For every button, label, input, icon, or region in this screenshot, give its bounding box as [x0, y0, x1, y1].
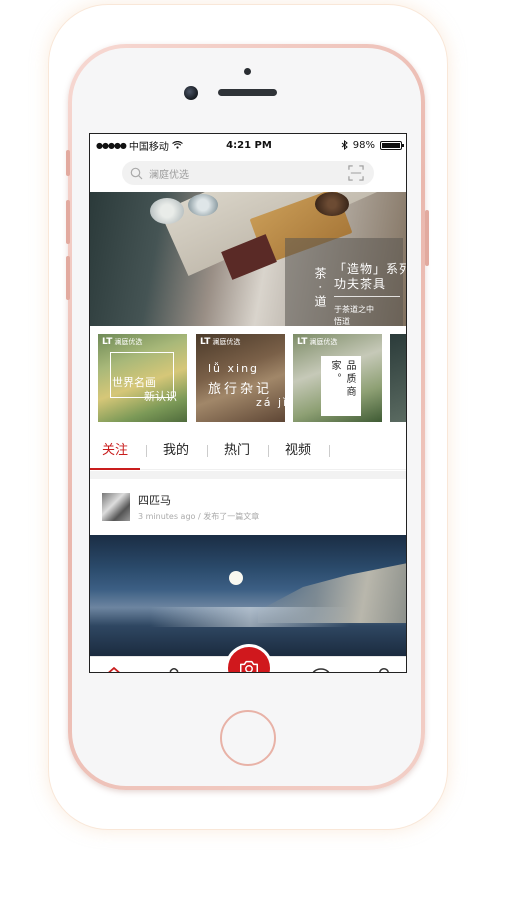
- profile-icon[interactable]: [372, 665, 396, 673]
- thumbnail-badge: LT 澜庭优选: [200, 337, 241, 347]
- volume-down-button: [66, 256, 70, 300]
- hero-divider: [334, 296, 400, 297]
- tab-video[interactable]: 视频: [285, 432, 329, 470]
- scan-icon[interactable]: [348, 165, 364, 181]
- signal-icon: ●●●●●: [96, 140, 127, 150]
- thumbnail-badge: LT 澜庭优选: [102, 337, 143, 347]
- thumbnail-pinyin: zá jì: [256, 396, 285, 409]
- volume-up-button: [66, 200, 70, 244]
- post-author[interactable]: 四匹马: [138, 492, 259, 508]
- thumbnail-title: 旅行杂记: [208, 382, 273, 397]
- post-image[interactable]: [90, 535, 406, 656]
- hero-banner[interactable]: 茶·道 「造物」系列 功夫茶具 于茶道之中 悟道: [90, 192, 406, 326]
- status-time: 4:21 PM: [226, 139, 272, 151]
- post-header[interactable]: 四匹马 3 minutes ago / 发布了一篇文章: [90, 479, 406, 535]
- search-icon: [130, 167, 143, 179]
- tab-divider: [146, 444, 148, 457]
- thumbnail-card[interactable]: LT 澜庭优选 世界名画 新认识: [98, 334, 187, 422]
- thumbnail-carousel: LT 澜庭优选 世界名画 新认识 LT 澜庭优选 lǚ xing 旅行杂记 zá j…: [98, 334, 406, 424]
- shopping-bag-icon[interactable]: [162, 665, 186, 673]
- battery-icon: [380, 140, 404, 150]
- hero-tea-cup: [150, 198, 184, 224]
- hero-tea-cup: [188, 194, 218, 216]
- carrier-name: 中国移动: [128, 141, 169, 153]
- tab-divider: [268, 444, 270, 457]
- power-button: [425, 210, 429, 266]
- search-input[interactable]: 澜庭优选: [149, 166, 366, 181]
- earpiece-speaker: [218, 89, 277, 96]
- status-right: 98%: [282, 139, 404, 151]
- battery-fill: [382, 142, 400, 148]
- feed-tabs: 关注 我的 热门 视频: [90, 432, 406, 470]
- carrier: ●●●●● 中国移动: [96, 138, 216, 153]
- status-bar: ●●●●● 中国移动 4:21 PM 98%: [90, 134, 406, 156]
- post-time: 3 minutes ago: [138, 512, 196, 521]
- post-info: 3 minutes ago / 发布了一篇文章: [138, 511, 259, 522]
- tab-follow[interactable]: 关注: [90, 432, 146, 470]
- post-image-reflection: [150, 607, 350, 627]
- hero-vertical-text: 茶·道: [313, 267, 327, 313]
- hero-subtitle-line2: 悟道: [334, 317, 350, 326]
- front-camera: [184, 86, 198, 100]
- post-meta: 四匹马 3 minutes ago / 发布了一篇文章: [138, 492, 259, 522]
- bottom-tab-bar: [90, 647, 406, 673]
- tab-mine[interactable]: 我的: [163, 432, 207, 470]
- tab-divider: [207, 444, 209, 457]
- post-action: 发布了一篇文章: [203, 512, 260, 521]
- avatar[interactable]: [102, 493, 130, 521]
- search-bar[interactable]: 澜庭优选: [122, 161, 374, 185]
- hero-title-line2: 功夫茶具: [334, 277, 387, 291]
- post-image-moon: [229, 571, 243, 585]
- thumbnail-subtitle: 新认识: [144, 390, 177, 403]
- battery-percent: 98%: [352, 139, 375, 151]
- home-icon[interactable]: [102, 665, 126, 673]
- chat-icon[interactable]: [309, 665, 333, 673]
- proximity-sensor: [244, 68, 251, 75]
- home-button[interactable]: [220, 710, 276, 766]
- wifi-icon: [172, 141, 183, 149]
- app-screen: ●●●●● 中国移动 4:21 PM 98% 澜庭优选 茶·道 「造物」系列 功…: [89, 133, 407, 673]
- thumbnail-card[interactable]: LT 澜庭优选 lǚ xing 旅行杂记 zá jì: [196, 334, 285, 422]
- hero-teapot: [315, 192, 349, 216]
- hero-subtitle-line1: 于茶道之中: [334, 305, 374, 314]
- thumbnail-badge: LT 澜庭优选: [297, 337, 338, 347]
- thumbnail-pinyin: lǚ xing: [208, 362, 260, 375]
- thumbnail-card[interactable]: LT 澜庭优选 品质商家。: [293, 334, 382, 422]
- thumbnail-title: 品质商家。: [329, 360, 355, 399]
- tab-hot[interactable]: 热门: [224, 432, 268, 470]
- tab-divider: [329, 444, 331, 457]
- camera-icon: [240, 660, 258, 672]
- mute-switch: [66, 150, 70, 176]
- bluetooth-icon: [341, 140, 348, 150]
- thumbnail-card-partial[interactable]: [390, 334, 406, 422]
- section-gap: [90, 471, 406, 479]
